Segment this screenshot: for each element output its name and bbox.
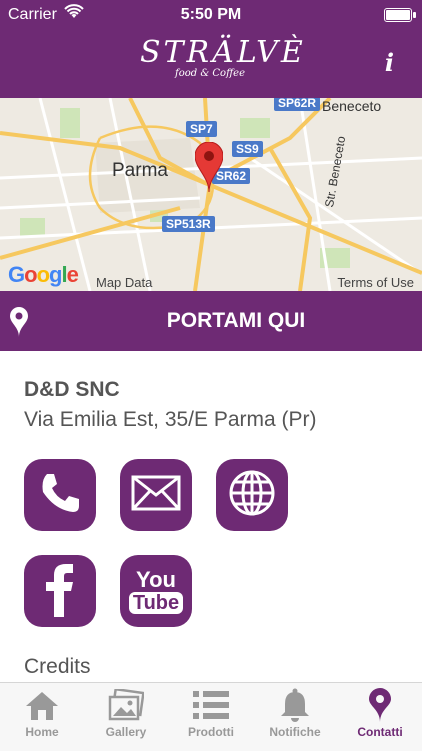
status-time: 5:50 PM (180, 6, 242, 23)
facebook-button[interactable] (24, 555, 96, 627)
place-label-beneceto: Beneceto (322, 98, 382, 114)
company-address: Via Emilia Est, 35/E Parma (Pr) (24, 408, 317, 431)
tab-bar: Home Gallery Prodotti Notifiche Contatti (0, 682, 422, 751)
app-header: Carrier 5:50 PM STRÄLVÈ food & Coffee i (0, 0, 422, 98)
status-bar: Carrier 5:50 PM (0, 0, 422, 30)
envelope-icon (131, 475, 181, 516)
website-button[interactable] (216, 459, 288, 531)
directions-button[interactable]: PORTAMI QUI (0, 291, 422, 351)
tab-gallery-label: Gallery (105, 725, 147, 739)
youtube-icon: You Tube (128, 567, 184, 614)
tab-contatti-label: Contatti (357, 725, 403, 739)
city-label: Parma (112, 160, 168, 181)
email-button[interactable] (120, 459, 192, 531)
bell-icon (253, 687, 337, 723)
location-pin-icon (338, 687, 422, 723)
home-icon (0, 687, 84, 723)
brand-logo: STRÄLVÈ food & Coffee (140, 35, 306, 88)
phone-icon (37, 470, 83, 521)
tab-prodotti[interactable]: Prodotti (169, 683, 253, 751)
credits-link[interactable]: Credits (24, 655, 91, 679)
location-map[interactable]: SP62R SP7 SS9 SR62 SP513R Parma Beneceto… (0, 98, 422, 291)
gallery-icon (84, 687, 168, 723)
youtube-button[interactable]: You Tube (120, 555, 192, 627)
google-logo: Google (8, 262, 79, 287)
battery-cap (413, 12, 416, 18)
globe-icon (228, 469, 276, 522)
tab-home-label: Home (25, 725, 59, 739)
road-shield-sp7: SP7 (186, 121, 217, 137)
company-name: D&D SNC (24, 378, 120, 401)
tab-gallery[interactable]: Gallery (84, 683, 168, 751)
tab-notifiche[interactable]: Notifiche (253, 683, 337, 751)
tab-notifiche-label: Notifiche (269, 725, 321, 739)
tab-prodotti-label: Prodotti (188, 725, 234, 739)
map-data-link[interactable]: Map Data (96, 275, 152, 290)
battery-icon (384, 8, 412, 22)
road-shield-ss9: SS9 (232, 141, 263, 157)
info-button[interactable]: i (385, 48, 394, 77)
road-shield-sp513r: SP513R (162, 216, 215, 232)
list-icon (169, 687, 253, 723)
youtube-icon-text-bottom: Tube (128, 592, 184, 614)
tab-home[interactable]: Home (0, 683, 84, 751)
brand-name: STRÄLVÈ (140, 35, 306, 70)
terms-of-use-link[interactable]: Terms of Use (337, 275, 414, 290)
phone-button[interactable] (24, 459, 96, 531)
facebook-icon (40, 561, 80, 622)
directions-label: PORTAMI QUI (166, 309, 306, 332)
tab-contatti[interactable]: Contatti (338, 683, 422, 751)
youtube-icon-text-top: You (136, 567, 176, 592)
road-shield-sp62r: SP62R (274, 98, 321, 111)
